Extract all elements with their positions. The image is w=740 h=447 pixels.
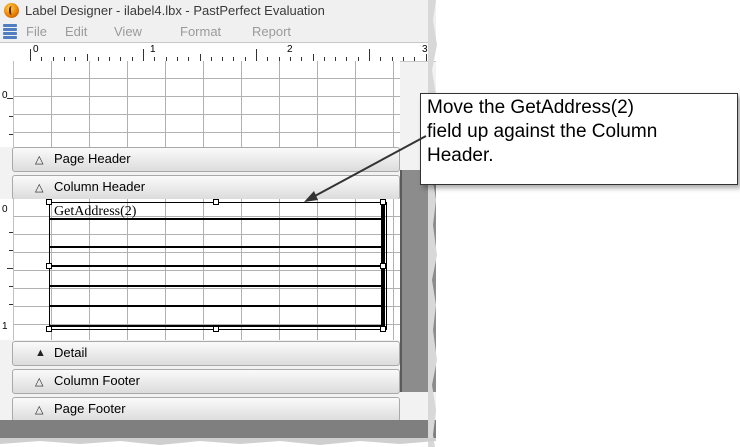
- resize-handle[interactable]: [213, 326, 219, 332]
- menu-format[interactable]: Format: [180, 24, 221, 39]
- band-bar-column-footer[interactable]: △ Column Footer: [12, 369, 400, 394]
- resize-handle[interactable]: [213, 199, 219, 205]
- collapse-triangle-icon: △: [35, 404, 44, 416]
- ruler-tick: [30, 49, 31, 61]
- collapse-triangle-icon: △: [35, 182, 44, 194]
- collapse-triangle-icon: △: [35, 376, 44, 388]
- vertical-ruler-detail: 0 1: [0, 199, 14, 340]
- field-line: [50, 285, 382, 287]
- band-label: Detail: [54, 345, 88, 360]
- label-designer-window: Label Designer - ilabel4.lbx - PastPerfe…: [0, 0, 436, 440]
- band-bar-column-header[interactable]: △ Column Header: [12, 175, 400, 200]
- menu-edit[interactable]: Edit: [65, 24, 87, 39]
- resize-handle[interactable]: [46, 263, 52, 269]
- torn-edge: [428, 0, 437, 447]
- vruler-label-col0: 0: [2, 204, 8, 215]
- field-line: [50, 305, 382, 307]
- ruler-tick: [369, 49, 370, 61]
- ruler-tick: [256, 49, 257, 61]
- band-bar-page-header[interactable]: △ Page Header: [12, 147, 400, 172]
- ruler-label-0: 0: [33, 44, 39, 55]
- vruler-label-0: 0: [2, 90, 8, 101]
- vruler-label-col1: 1: [2, 321, 8, 332]
- ruler-tick: [143, 49, 144, 61]
- band-label: Column Footer: [54, 373, 140, 388]
- expand-triangle-icon: ▲: [35, 347, 46, 359]
- callout-line: field up against the Column: [427, 121, 658, 142]
- resize-handle[interactable]: [46, 326, 52, 332]
- callout-line: Move the GetAddress(2): [427, 97, 634, 118]
- band-label: Page Footer: [54, 401, 126, 416]
- instruction-callout: Move the GetAddress(2) field up against …: [420, 93, 738, 185]
- ruler-tick: [425, 54, 427, 61]
- menu-report[interactable]: Report: [252, 24, 291, 39]
- resize-handle[interactable]: [380, 326, 386, 332]
- field-line: [50, 265, 382, 267]
- band-bar-detail[interactable]: ▲ Detail: [12, 341, 400, 366]
- ruler-tick: [199, 54, 201, 61]
- resize-handle[interactable]: [380, 199, 386, 205]
- callout-line: Header.: [427, 145, 494, 166]
- menu-view[interactable]: View: [114, 24, 142, 39]
- menu-bar: File Edit View Format Report: [0, 22, 436, 42]
- ruler-tick: [402, 57, 404, 61]
- vertical-ruler-page-header: 0: [0, 61, 14, 147]
- collapse-triangle-icon: △: [35, 154, 44, 166]
- field-line: [50, 246, 382, 248]
- ruler-tick: [312, 54, 314, 61]
- ruler-tick: [86, 54, 88, 61]
- title-bar: Label Designer - ilabel4.lbx - PastPerfe…: [0, 0, 436, 22]
- torn-bottom-edge: [0, 438, 436, 445]
- horizontal-ruler: 0 1 2 3: [0, 42, 436, 62]
- field-expression[interactable]: GetAddress(2): [54, 204, 136, 220]
- window-title: Label Designer - ilabel4.lbx - PastPerfe…: [25, 3, 325, 18]
- pastperfect-app-icon: [4, 3, 19, 18]
- resize-handle[interactable]: [46, 199, 52, 205]
- page-header-section[interactable]: 0: [0, 61, 400, 147]
- ruler-tick: [414, 57, 416, 61]
- document-menu-icon[interactable]: [3, 24, 17, 39]
- band-bar-page-footer[interactable]: △ Page Footer: [12, 397, 400, 422]
- band-label: Column Header: [54, 179, 146, 194]
- design-grid: [14, 61, 400, 147]
- resize-handle[interactable]: [380, 263, 386, 269]
- menu-file[interactable]: File: [26, 24, 47, 39]
- callout-text: Move the GetAddress(2) field up against …: [427, 96, 657, 168]
- ruler-label-1: 1: [150, 44, 156, 55]
- ruler-label-2: 2: [287, 44, 293, 55]
- band-label: Page Header: [54, 151, 131, 166]
- designer-bottom-area: [0, 420, 436, 440]
